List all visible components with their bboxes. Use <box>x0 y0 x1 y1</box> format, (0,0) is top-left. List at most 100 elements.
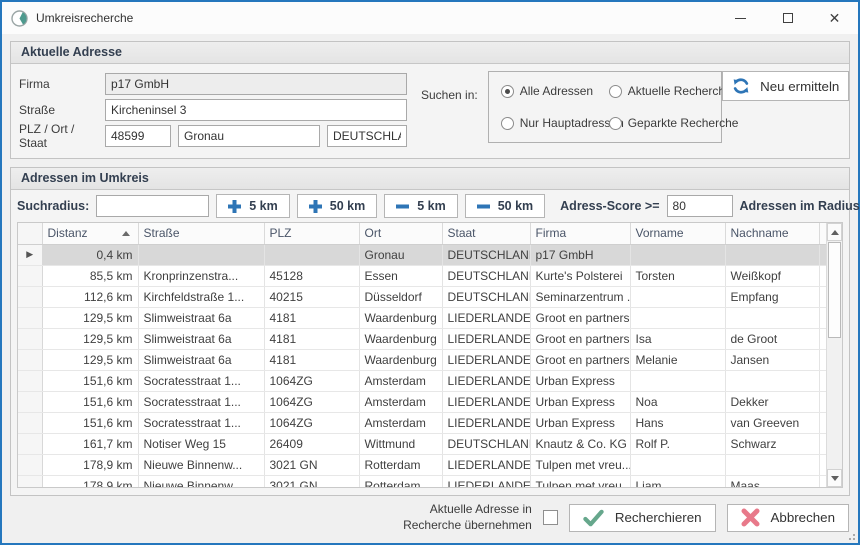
scroll-down-button[interactable] <box>827 469 842 487</box>
neu-ermitteln-button[interactable]: Neu ermitteln <box>722 71 849 101</box>
adress-score-label: Adress-Score >= <box>560 199 659 213</box>
scroll-up-button[interactable] <box>827 223 842 241</box>
cell-ort: Amsterdam <box>359 370 442 391</box>
radio-nur-hauptadressen[interactable]: Nur Hauptadressen <box>501 116 609 130</box>
cell-distanz: 151,6 km <box>42 412 138 433</box>
cell-distanz: 161,7 km <box>42 433 138 454</box>
cell-firma: Urban Express <box>530 391 630 412</box>
cell-nachname: Jansen <box>725 349 819 370</box>
cell-ort: Düsseldorf <box>359 286 442 307</box>
vertical-scrollbar[interactable] <box>826 223 842 487</box>
staat-field[interactable] <box>327 125 407 147</box>
row-indicator-cell: ▶ <box>18 244 42 265</box>
col-ort[interactable]: Ort <box>359 223 442 244</box>
col-distanz[interactable]: Distanz <box>42 223 138 244</box>
plz-field[interactable] <box>105 125 171 147</box>
add-5-km-button[interactable]: 5 km <box>216 194 290 218</box>
cell-distanz: 151,6 km <box>42 391 138 412</box>
cell-vorname <box>630 307 725 328</box>
col-firma[interactable]: Firma <box>530 223 630 244</box>
suchradius-input[interactable] <box>96 195 209 217</box>
cell-distanz: 178,9 km <box>42 475 138 488</box>
window-title: Umkreisrecherche <box>36 11 133 25</box>
table-row[interactable]: 151,6 kmSocratesstraat 1...1064ZGAmsterd… <box>18 370 832 391</box>
table-row[interactable]: 129,5 kmSlimweistraat 6a4181WaardenburgL… <box>18 328 832 349</box>
cell-firma: p17 GmbH <box>530 244 630 265</box>
radio-label: Alle Adressen <box>520 84 593 98</box>
cell-ort: Essen <box>359 265 442 286</box>
cell-strae: Nieuwe Binnenw... <box>138 454 264 475</box>
close-button[interactable]: ✕ <box>811 2 858 34</box>
arrow-down-icon <box>831 476 839 481</box>
maximize-button[interactable] <box>764 2 811 34</box>
row-indicator-cell <box>18 391 42 412</box>
cell-strae: Slimweistraat 6a <box>138 328 264 349</box>
radio-aktuelle-recherche[interactable]: Aktuelle Recherche <box>609 84 739 98</box>
cell-distanz: 129,5 km <box>42 328 138 349</box>
col-nachname[interactable]: Nachname <box>725 223 819 244</box>
adress-score-input[interactable] <box>667 195 733 217</box>
radio-icon <box>609 85 622 98</box>
scrollbar-thumb[interactable] <box>828 242 841 338</box>
cell-plz <box>264 244 359 265</box>
table-row[interactable]: 151,6 kmSocratesstraat 1...1064ZGAmsterd… <box>18 391 832 412</box>
uebernehmen-checkbox-label: Aktuelle Adresse in Recherche übernehmen <box>403 502 532 533</box>
minimize-icon <box>735 18 746 19</box>
cell-staat: DEUTSCHLAND <box>442 433 530 454</box>
col-plz[interactable]: PLZ <box>264 223 359 244</box>
minus-icon <box>477 200 490 213</box>
suchen-in-radiogroup: Alle AdressenAktuelle RechercheNur Haupt… <box>488 71 722 143</box>
cell-plz: 4181 <box>264 349 359 370</box>
radio-label: Geparkte Recherche <box>628 116 739 130</box>
cell-ort: Waardenburg <box>359 328 442 349</box>
sort-ascending-icon <box>122 231 130 236</box>
uebernehmen-checkbox[interactable] <box>543 510 558 525</box>
table-row[interactable]: 112,6 kmKirchfeldstraße 1...40215Düsseld… <box>18 286 832 307</box>
table-header-row: Distanz Straße PLZ Ort Staat Firma Vorna… <box>18 223 832 244</box>
umkreisrecherche-window: Umkreisrecherche ✕ Aktuelle Adresse Firm… <box>0 0 860 545</box>
col-strasse[interactable]: Straße <box>138 223 264 244</box>
cell-nachname <box>725 454 819 475</box>
subtract-5-km-button[interactable]: 5 km <box>384 194 458 218</box>
cell-distanz: 151,6 km <box>42 370 138 391</box>
cell-distanz: 129,5 km <box>42 349 138 370</box>
table-row[interactable]: 178,9 kmNieuwe Binnenw...3021 GNRotterda… <box>18 475 832 488</box>
arrow-up-icon <box>831 230 839 235</box>
col-vorname[interactable]: Vorname <box>630 223 725 244</box>
cell-vorname: Liam <box>630 475 725 488</box>
table-row[interactable]: 178,9 kmNieuwe Binnenw...3021 GNRotterda… <box>18 454 832 475</box>
cell-nachname: van Greeven <box>725 412 819 433</box>
table-row[interactable]: 161,7 kmNotiser Weg 1526409WittmundDEUTS… <box>18 433 832 454</box>
resize-grip[interactable] <box>846 531 855 540</box>
strasse-field[interactable] <box>105 99 407 121</box>
cell-staat: LIEDERLANDE <box>442 475 530 488</box>
col-staat[interactable]: Staat <box>442 223 530 244</box>
neu-ermitteln-label: Neu ermitteln <box>760 79 839 94</box>
cell-vorname <box>630 454 725 475</box>
minimize-button[interactable] <box>717 2 764 34</box>
cell-plz: 40215 <box>264 286 359 307</box>
table-row[interactable]: 129,5 kmSlimweistraat 6a4181WaardenburgL… <box>18 349 832 370</box>
table-row[interactable]: 151,6 kmSocratesstraat 1...1064ZGAmsterd… <box>18 412 832 433</box>
radio-geparkte-recherche[interactable]: Geparkte Recherche <box>609 116 739 130</box>
row-indicator-cell <box>18 475 42 488</box>
recherchieren-button[interactable]: Recherchieren <box>569 504 716 532</box>
firma-field[interactable] <box>105 73 407 95</box>
subtract-50-km-button[interactable]: 50 km <box>465 194 545 218</box>
table-row[interactable]: 85,5 kmKronprinzenstra...45128EssenDEUTS… <box>18 265 832 286</box>
radio-alle-adressen[interactable]: Alle Adressen <box>501 84 609 98</box>
cell-ort: Amsterdam <box>359 391 442 412</box>
row-indicator-cell <box>18 412 42 433</box>
table-row[interactable]: ▶0,4 kmGronauDEUTSCHLANDp17 GmbH <box>18 244 832 265</box>
ort-field[interactable] <box>178 125 320 147</box>
cell-firma: Kurte's Polsterei <box>530 265 630 286</box>
results-table-container: Distanz Straße PLZ Ort Staat Firma Vorna… <box>17 222 843 488</box>
cell-strae: Socratesstraat 1... <box>138 370 264 391</box>
cell-plz: 45128 <box>264 265 359 286</box>
cell-plz: 4181 <box>264 328 359 349</box>
add-50-km-button[interactable]: 50 km <box>297 194 377 218</box>
abbrechen-button[interactable]: Abbrechen <box>727 504 849 532</box>
table-row[interactable]: 129,5 kmSlimweistraat 6a4181WaardenburgL… <box>18 307 832 328</box>
current-address-group: Aktuelle Adresse Firma Straße PLZ / Ort … <box>10 41 850 159</box>
cell-staat: DEUTSCHLAND <box>442 265 530 286</box>
